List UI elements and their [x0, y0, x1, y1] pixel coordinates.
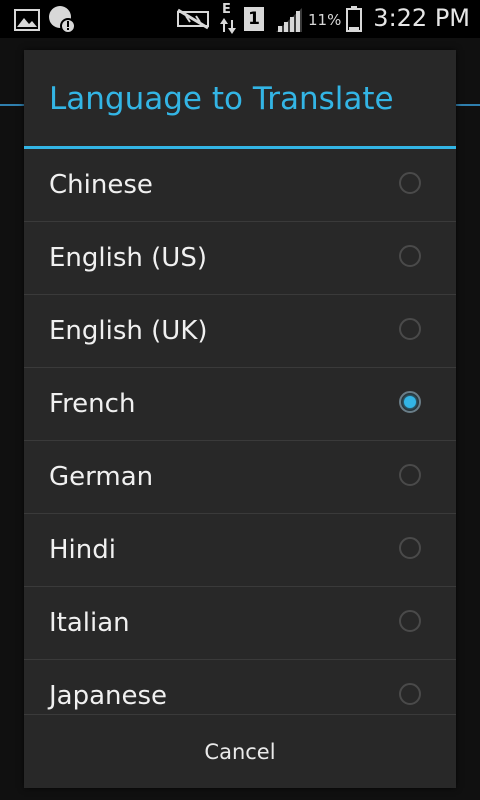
language-options-list[interactable]: Chinese English (US) English (UK) French… [24, 149, 456, 715]
battery-icon [346, 6, 362, 32]
language-option-english-uk[interactable]: English (UK) [24, 295, 456, 368]
option-label: Chinese [49, 170, 153, 200]
language-option-italian[interactable]: Italian [24, 587, 456, 660]
status-time: 3:22 PM [373, 4, 470, 32]
sim-slot-number: 1 [248, 9, 260, 29]
dialog-button-bar: Cancel [24, 714, 456, 788]
radio-button[interactable] [399, 683, 421, 705]
option-label: German [49, 462, 154, 492]
signal-icon [276, 8, 302, 32]
image-notification-icon [14, 9, 40, 31]
radio-button[interactable] [399, 318, 421, 340]
status-bar: E 1 11% 3:22 PM [0, 0, 480, 38]
radio-button[interactable] [399, 537, 421, 559]
option-label: Hindi [49, 535, 116, 565]
option-label: Italian [49, 608, 130, 638]
language-option-german[interactable]: German [24, 441, 456, 514]
option-label: Japanese [49, 681, 168, 711]
alert-notification-icon [49, 6, 76, 33]
language-dialog: Language to Translate Chinese English (U… [24, 50, 456, 788]
language-option-english-us[interactable]: English (US) [24, 222, 456, 295]
option-label: French [49, 389, 136, 419]
option-label: English (UK) [49, 316, 208, 346]
language-option-chinese[interactable]: Chinese [24, 149, 456, 222]
radio-button[interactable] [399, 245, 421, 267]
language-option-japanese[interactable]: Japanese [24, 660, 456, 715]
sim-icon: 1 [244, 7, 264, 31]
radio-button-selected[interactable] [399, 391, 421, 413]
language-option-french[interactable]: French [24, 368, 456, 441]
battery-percent: 11% [308, 11, 342, 29]
option-label: English (US) [49, 243, 207, 273]
language-option-hindi[interactable]: Hindi [24, 514, 456, 587]
data-arrows-icon [220, 18, 236, 34]
radio-button[interactable] [399, 610, 421, 632]
dialog-title: Language to Translate [49, 81, 394, 117]
radio-button[interactable] [399, 464, 421, 486]
mute-icon [177, 8, 209, 30]
network-type-label: E [222, 2, 231, 17]
cancel-button[interactable]: Cancel [24, 715, 456, 788]
radio-button[interactable] [399, 172, 421, 194]
